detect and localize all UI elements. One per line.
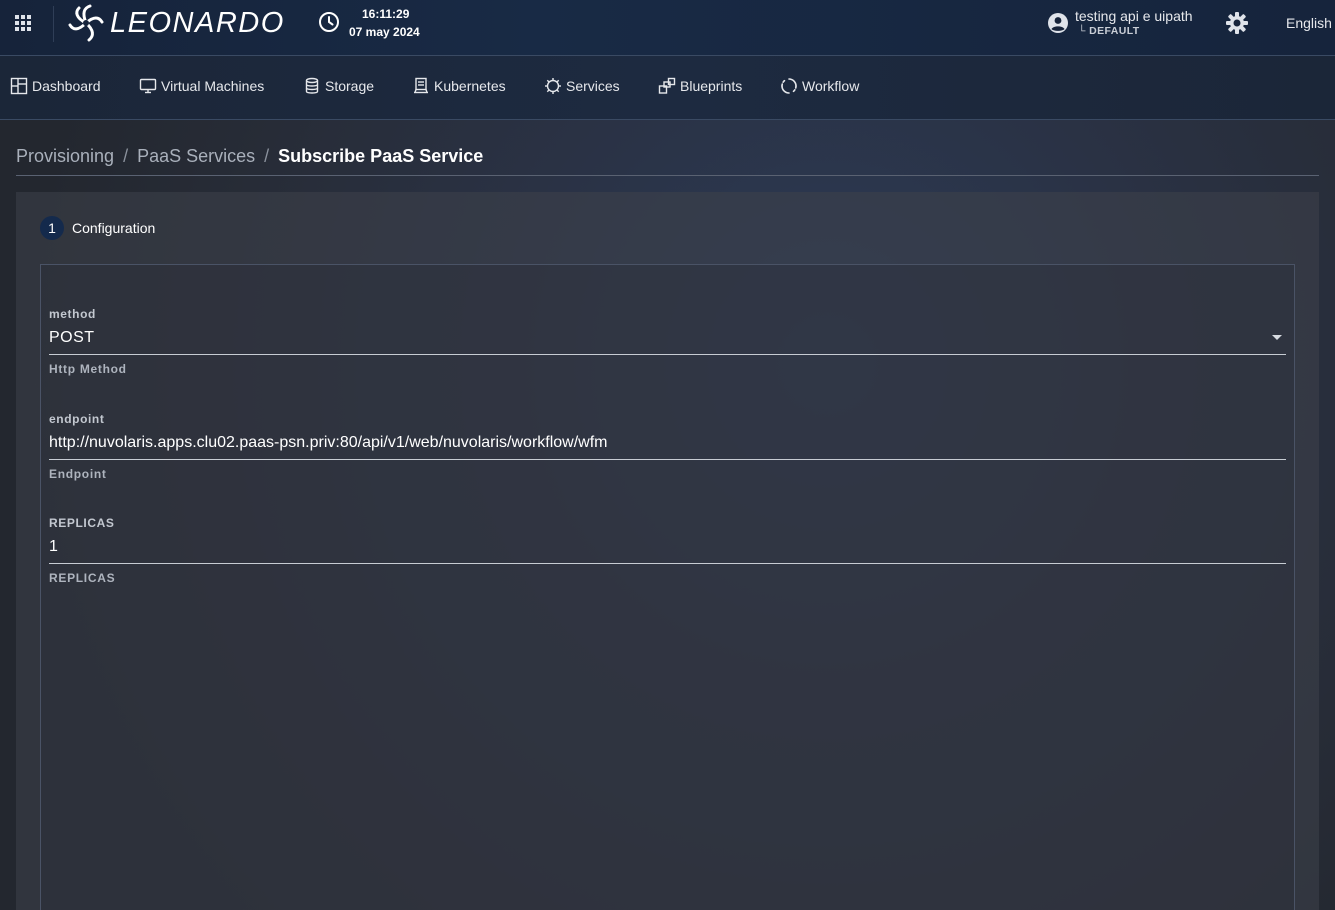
configuration-form: method POST Http Method endpoint http://…: [40, 264, 1295, 910]
breadcrumb-paas-services[interactable]: PaaS Services: [137, 146, 255, 167]
endpoint-label: endpoint: [49, 412, 105, 426]
blueprint-icon: [658, 77, 676, 94]
nav-item-kubernetes[interactable]: Kubernetes: [412, 75, 506, 97]
endpoint-field: endpoint http://nuvolaris.apps.clu02.paa…: [49, 412, 1286, 481]
user-tenant: └ DEFAULT: [1078, 25, 1140, 37]
breadcrumb-provisioning[interactable]: Provisioning: [16, 146, 114, 167]
dashboard-icon: [10, 77, 28, 95]
dropdown-arrow-icon: [1272, 335, 1282, 340]
method-select[interactable]: POST: [49, 327, 1286, 355]
kubernetes-icon: [414, 77, 428, 94]
step-label: Configuration: [72, 220, 156, 236]
endpoint-helper-text: Endpoint: [49, 467, 107, 481]
method-value: POST: [49, 329, 95, 346]
replicas-value: 1: [49, 538, 58, 555]
breadcrumb-separator: /: [264, 146, 270, 166]
page-title: Subscribe PaaS Service: [278, 146, 484, 166]
nav-item-virtual-machines[interactable]: Virtual Machines: [139, 75, 264, 97]
database-icon: [305, 77, 319, 94]
brand-name: LEONARDO: [110, 6, 285, 39]
top-bar-divider: [53, 6, 54, 42]
account-circle-icon[interactable]: [1047, 12, 1069, 34]
current-time: 16:11:29: [362, 7, 410, 21]
nav-label: Workflow: [802, 78, 860, 94]
nav-label: Services: [566, 78, 620, 94]
method-helper-text: Http Method: [49, 362, 127, 376]
method-field: method POST Http Method: [49, 307, 1286, 376]
workflow-icon: [781, 78, 797, 94]
nav-label: Storage: [325, 78, 375, 94]
replicas-input[interactable]: 1: [49, 536, 1286, 564]
endpoint-input[interactable]: http://nuvolaris.apps.clu02.paas-psn.pri…: [49, 432, 1286, 460]
replicas-field: REPLICAS 1 REPLICAS: [49, 516, 1286, 585]
nav-item-blueprints[interactable]: Blueprints: [658, 75, 742, 97]
nav-label: Dashboard: [32, 78, 101, 94]
breadcrumb-divider: [16, 175, 1319, 176]
language-selector[interactable]: English: [1286, 15, 1332, 31]
nav-item-dashboard[interactable]: Dashboard: [10, 75, 101, 97]
method-label: method: [49, 307, 96, 321]
monitor-icon: [139, 78, 157, 94]
subscribe-form-panel: 1 Configuration method POST Http Method …: [16, 192, 1319, 910]
apps-grid-icon[interactable]: [14, 14, 32, 32]
top-bar: LEONARDO 16:11:29 07 may 2024 testing ap…: [0, 0, 1335, 56]
brand-logo[interactable]: LEONARDO: [68, 3, 285, 43]
nav-item-workflow[interactable]: Workflow: [780, 75, 859, 97]
replicas-label: REPLICAS: [49, 516, 115, 530]
current-date: 07 may 2024: [349, 25, 420, 39]
user-name[interactable]: testing api e uipath: [1075, 8, 1193, 24]
clock-icon: [319, 12, 339, 32]
nav-item-storage[interactable]: Storage: [303, 75, 374, 97]
main-nav: Dashboard Virtual Machines Storage Kuber…: [0, 56, 1335, 120]
endpoint-value: http://nuvolaris.apps.clu02.paas-psn.pri…: [49, 434, 608, 451]
stepper-step-configuration[interactable]: 1 Configuration: [40, 216, 155, 240]
breadcrumb: Provisioning / PaaS Services / Subscribe…: [16, 146, 483, 167]
nav-label: Kubernetes: [434, 78, 506, 94]
gear-icon: [545, 78, 561, 94]
step-number: 1: [40, 216, 64, 240]
nav-item-services[interactable]: Services: [544, 75, 620, 97]
nav-label: Virtual Machines: [161, 78, 265, 94]
theme-settings-icon[interactable]: [1225, 11, 1249, 35]
leonardo-logo-icon: [68, 4, 104, 42]
nav-label: Blueprints: [680, 78, 743, 94]
breadcrumb-separator: /: [123, 146, 129, 166]
replicas-helper-text: REPLICAS: [49, 571, 116, 585]
